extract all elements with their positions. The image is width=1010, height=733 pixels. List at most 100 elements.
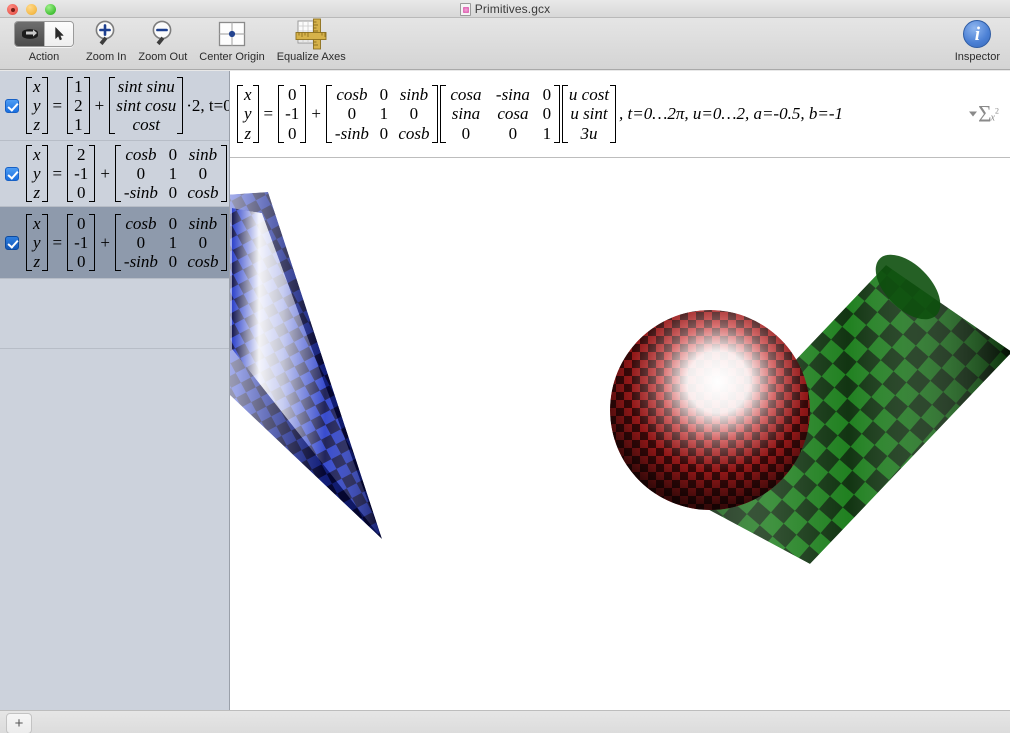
hand-tool-icon[interactable] xyxy=(15,22,44,46)
mb-21: 0 xyxy=(168,183,178,203)
window-title-text: Primitives.gcx xyxy=(474,2,551,16)
toolbar-zoom-in-button[interactable]: Zoom In xyxy=(80,18,132,63)
fb-mb-10: 0 xyxy=(347,104,357,124)
toolbar-zoom-out-label: Zoom Out xyxy=(138,51,188,63)
toolbar-zoom-out-button[interactable]: Zoom Out xyxy=(132,18,193,63)
mb-10: 0 xyxy=(136,163,146,183)
vector-1: sint cosu xyxy=(116,95,177,115)
center-origin-icon[interactable] xyxy=(217,18,247,50)
lhs-z: z xyxy=(33,115,41,135)
equation-body: x y z = 2 -1 0 + cosb 0 sinb 010 -sinb 0 cos xyxy=(25,144,229,203)
list-divider xyxy=(0,348,229,349)
magnifier-plus-icon[interactable] xyxy=(92,18,120,50)
toolbar-items: Action Zoom In Zoom Out Center Origin Eq… xyxy=(8,18,352,63)
mb-11: 1 xyxy=(168,232,178,252)
action-segmented-icon[interactable] xyxy=(14,18,74,50)
equation-row-sphere[interactable]: x y z = 1 2 1 + sint sinu sint cosu cost xyxy=(0,71,229,141)
fb-lhs-x: x xyxy=(244,85,252,105)
graph-canvas[interactable] xyxy=(230,158,1010,710)
equation-row-cone[interactable]: x y z = 0 -1 0 + cosb 0 sinb 010 -sinb 0 cos xyxy=(0,207,229,279)
toolbar: Action Zoom In Zoom Out Center Origin Eq… xyxy=(0,18,1010,70)
mb-01: 0 xyxy=(168,213,178,233)
fb-offset-1: -1 xyxy=(285,104,300,124)
mb-02: sinb xyxy=(188,213,218,233)
equation-visibility-checkbox[interactable] xyxy=(5,235,19,250)
lhs-y: y xyxy=(33,232,41,252)
equation-row-cylinder[interactable]: x y z = 2 -1 0 + cosb 0 sinb 010 -sinb 0 cos xyxy=(0,141,229,207)
equation-tail: ·2, t=0… xyxy=(186,95,229,115)
pointer-tool-icon[interactable] xyxy=(44,22,73,46)
lhs-z: z xyxy=(33,252,41,272)
toolbar-equalize-axes-button[interactable]: Equalize Axes xyxy=(271,18,352,63)
mb-22: cosb xyxy=(187,252,219,272)
fb-mb-22: cosb xyxy=(398,123,430,143)
fb-vec-2: 3u xyxy=(580,123,598,143)
fb-mb-01: 0 xyxy=(379,85,389,105)
offset-1: 2 xyxy=(74,95,83,115)
fb-mb-21: 0 xyxy=(379,123,389,143)
equation-visibility-checkbox[interactable] xyxy=(5,98,19,113)
mb-00: cosb xyxy=(125,213,157,233)
lhs-y: y xyxy=(33,95,41,115)
lhs-x: x xyxy=(33,76,41,96)
formula-expression[interactable]: x y z = 0 -1 0 + cosb 0 sinb 010 -sinb 0 cos… xyxy=(230,85,843,143)
add-equation-button[interactable]: + xyxy=(6,713,32,733)
fb-plus-sign: + xyxy=(311,104,321,123)
info-circle-icon[interactable]: i xyxy=(963,20,992,48)
offset-1: -1 xyxy=(74,163,89,183)
equals-sign: = xyxy=(52,163,63,183)
offset-2: 0 xyxy=(76,252,86,272)
toolbar-zoom-in-label: Zoom In xyxy=(86,51,127,63)
chevron-down-icon[interactable] xyxy=(969,111,978,117)
mb-20: -sinb xyxy=(123,183,158,203)
fb-ma-22: 1 xyxy=(542,123,552,143)
fb-mb-02: sinb xyxy=(399,85,429,105)
fb-ma-00: cosa xyxy=(450,85,482,105)
equalize-axes-ruler-icon[interactable] xyxy=(295,18,327,50)
equation-body: x y z = 1 2 1 + sint sinu sint cosu cost xyxy=(25,76,229,135)
fb-ma-20: 0 xyxy=(461,123,471,143)
equation-body: x y z = 0 -1 0 + cosb 0 sinb 010 -sinb 0 cos xyxy=(25,213,229,272)
sigma-dropdown-icon[interactable]: Σ x 2 xyxy=(969,103,1002,126)
offset-0: 2 xyxy=(76,144,86,164)
offset-2: 0 xyxy=(76,183,86,203)
lhs-x: x xyxy=(33,144,41,164)
offset-1: -1 xyxy=(74,232,89,252)
toolbar-equalize-axes-label: Equalize Axes xyxy=(276,51,346,63)
magnifier-minus-icon[interactable] xyxy=(149,18,177,50)
toolbar-inspector-button[interactable]: i Inspector xyxy=(955,18,1000,63)
fb-mb-00: cosb xyxy=(336,85,368,105)
toolbar-action-label: Action xyxy=(28,51,60,63)
fb-mb-20: -sinb xyxy=(334,123,369,143)
bottom-bar: + xyxy=(0,710,1010,733)
info-glyph: i xyxy=(974,23,981,45)
toolbar-inspector-label: Inspector xyxy=(954,51,1000,63)
graph-scene[interactable] xyxy=(230,158,1010,710)
equation-list-sidebar[interactable]: x y z = 1 2 1 + sint sinu sint cosu cost xyxy=(0,71,230,710)
mb-00: cosb xyxy=(125,144,157,164)
mb-02: sinb xyxy=(188,144,218,164)
mb-01: 0 xyxy=(168,144,178,164)
fb-mb-11: 1 xyxy=(379,104,389,124)
lhs-y: y xyxy=(33,163,41,183)
formula-editor-bar[interactable]: x y z = 0 -1 0 + cosb 0 sinb 010 -sinb 0 cos… xyxy=(230,71,1010,158)
offset-2: 1 xyxy=(74,115,83,135)
plus-sign: + xyxy=(100,232,110,252)
fb-lhs-z: z xyxy=(244,123,252,143)
plus-sign: + xyxy=(94,95,105,115)
mb-20: -sinb xyxy=(123,252,158,272)
fb-equals-sign: = xyxy=(263,104,274,123)
toolbar-action-control[interactable]: Action xyxy=(8,18,80,63)
fb-offset-0: 0 xyxy=(287,85,297,105)
fb-vec-1: u sint xyxy=(570,104,608,124)
fb-ma-01: -sina xyxy=(495,85,530,105)
document-icon xyxy=(459,2,471,16)
mb-12: 0 xyxy=(198,232,208,252)
equation-visibility-checkbox[interactable] xyxy=(5,166,19,181)
fb-lhs-y: y xyxy=(244,104,252,124)
mb-12: 0 xyxy=(198,163,208,183)
vector-2: cost xyxy=(132,115,160,135)
vector-0: sint sinu xyxy=(117,76,175,96)
toolbar-center-origin-button[interactable]: Center Origin xyxy=(193,18,270,63)
equals-sign: = xyxy=(52,232,63,252)
